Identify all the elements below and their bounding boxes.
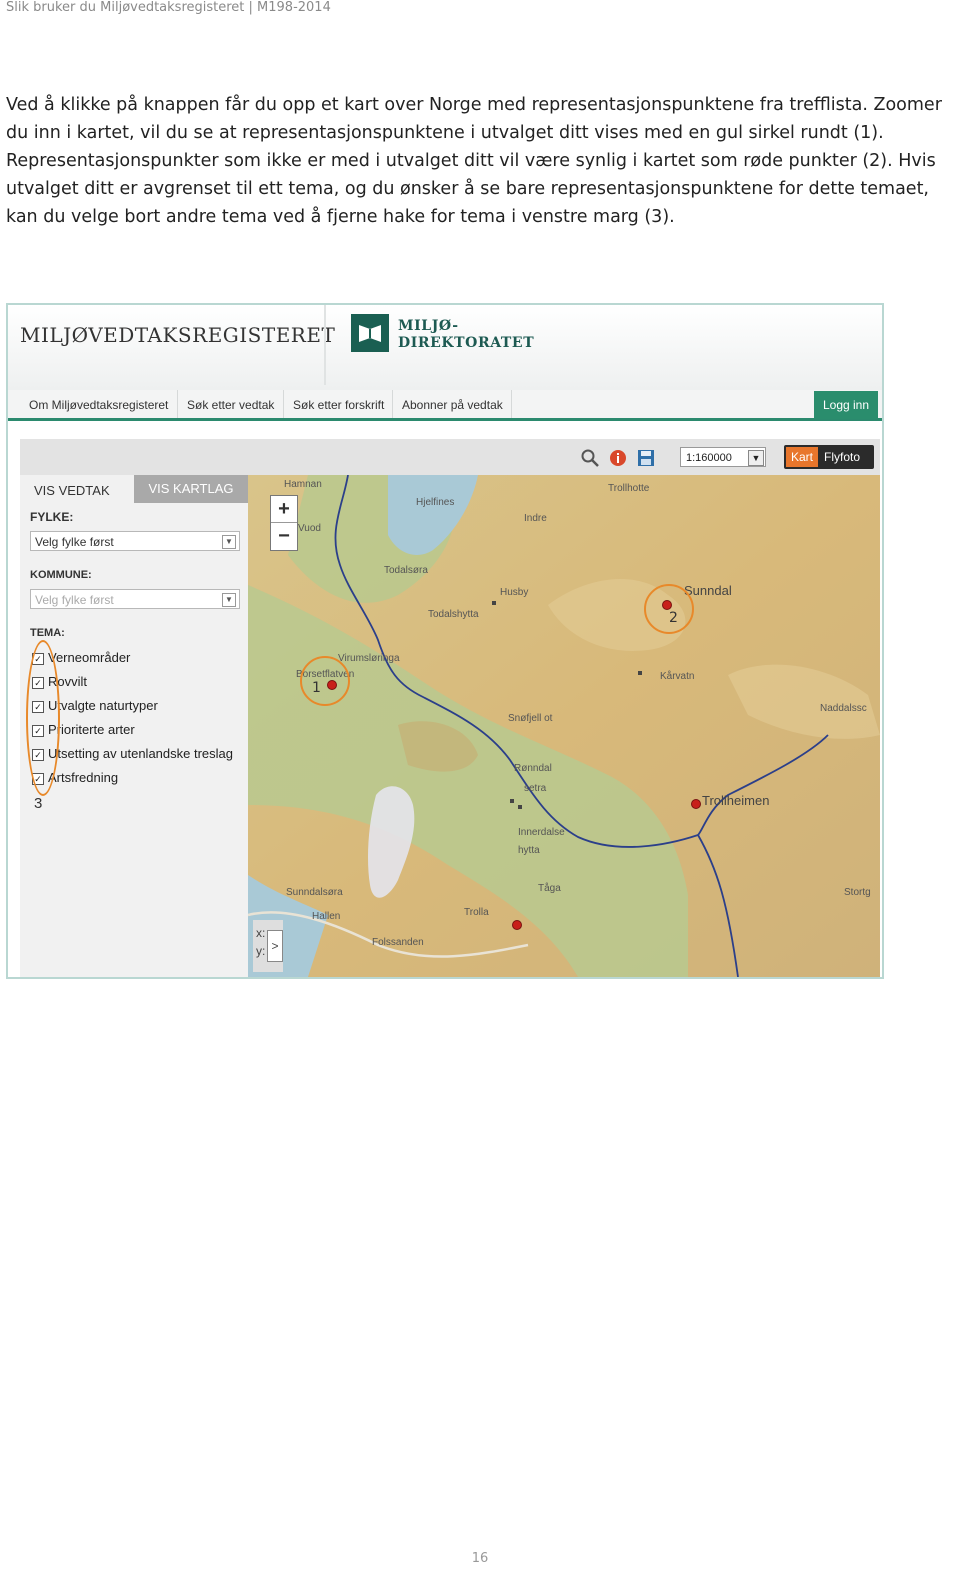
map-place-label: Stortg [844, 887, 871, 898]
representation-point-red [512, 920, 522, 930]
app-title[interactable]: MILJØVEDTAKSREGISTERET [20, 323, 335, 347]
map-place-label: Husby [500, 587, 528, 598]
nav-item-sok-vedtak[interactable]: Søk etter vedtak [178, 390, 284, 420]
app-screenshot: MILJØVEDTAKSREGISTERET MILJØ- DIREKTORAT… [6, 303, 884, 979]
map-place-label: Innerdalse [518, 827, 565, 838]
coord-x-label: x: [256, 926, 266, 940]
map-type-flyfoto-button[interactable]: Flyfoto [824, 447, 860, 467]
scale-select[interactable]: 1:160000 ▼ [680, 447, 766, 467]
main-nav: Om Miljøvedtaksregisteret Søk etter vedt… [8, 390, 882, 420]
map-place-label: Kårvatn [660, 670, 694, 682]
map-place-label: Hallen [312, 911, 340, 922]
map-place-label: Trolla [464, 907, 489, 918]
sidebar: VIS VEDTAK VIS KARTLAG FYLKE: Velg fylke… [20, 475, 248, 977]
map-place-label: Vuod [298, 523, 321, 534]
save-icon[interactable] [636, 448, 656, 468]
header-divider [324, 305, 326, 385]
app-header: MILJØVEDTAKSREGISTERET MILJØ- DIREKTORAT… [8, 305, 882, 390]
map-place-label: Todalsøra [384, 565, 428, 576]
nav-underline [8, 418, 882, 421]
map-place-label: Hamnan [284, 479, 322, 490]
tab-vis-kartlag[interactable]: VIS KARTLAG [134, 475, 248, 503]
map-marker-small [518, 805, 522, 809]
tema-item-utsetting[interactable]: ✓ Utsetting av utenlandske treslag [32, 746, 233, 766]
intro-paragraph: Ved å klikke på knappen får du opp et ka… [6, 95, 942, 227]
tema-label: TEMA: [30, 627, 65, 639]
map-canvas[interactable]: Hamnan Hjelfines Vuod Indre Trollhotte T… [248, 475, 880, 977]
map-place-label: Indre [524, 513, 547, 524]
coord-toggle-button[interactable]: > [267, 930, 283, 962]
page-number: 16 [471, 1551, 489, 1566]
info-icon[interactable] [608, 448, 628, 468]
login-button[interactable]: Logg inn [814, 391, 878, 419]
map-place-label: Trollhotte [608, 483, 650, 494]
tab-vis-vedtak[interactable]: VIS VEDTAK [34, 483, 110, 498]
annotation-label-2: 2 [669, 610, 678, 626]
chevron-down-icon[interactable]: ▼ [222, 535, 236, 549]
map-type-kart-button[interactable]: Kart [786, 447, 818, 467]
map-place-label: setra [524, 783, 547, 794]
running-header: Slik bruker du Miljøvedtaksregisteret | … [6, 0, 331, 15]
map-place-label: Tåga [538, 882, 561, 894]
fylke-select[interactable]: Velg fylke først ▼ [30, 531, 240, 551]
nav-item-sok-forskrift[interactable]: Søk etter forskrift [284, 390, 393, 420]
map-place-label: Todalshytta [428, 609, 479, 620]
map-place-label: Rønndal [514, 763, 552, 774]
coord-y-label: y: [256, 944, 266, 958]
representation-point-selected [327, 680, 337, 690]
map-place-label: Naddalssc [820, 703, 867, 714]
map-place-label: Snøfjell ot [508, 713, 553, 724]
map-place-label: Hjelfines [416, 497, 454, 508]
annotation-label-3: 3 [34, 795, 43, 812]
annotation-oval-3 [26, 640, 60, 796]
map-place-label: Sunndal [684, 583, 732, 598]
miljodirektoratet-logo-text: MILJØ- DIREKTORATET [398, 318, 535, 351]
map-place-label: hytta [518, 845, 540, 856]
chevron-down-icon[interactable]: ▼ [748, 450, 764, 466]
annotation-label-1: 1 [312, 680, 321, 696]
zoom-out-button[interactable]: − [271, 523, 297, 549]
zoom-control: + − [270, 495, 298, 551]
zoom-in-button[interactable]: + [271, 496, 297, 523]
fylke-label: FYLKE: [30, 510, 74, 524]
map-type-switch: Kart Flyfoto [784, 445, 874, 469]
representation-point-red [691, 799, 701, 809]
map-place-label: Trollheimen [702, 793, 769, 808]
kommune-label: KOMMUNE: [30, 569, 92, 581]
nav-item-abonner[interactable]: Abonner på vedtak [393, 390, 512, 420]
map-place-label: Sunndalsøra [286, 887, 343, 898]
map-marker-small [492, 601, 496, 605]
zoom-search-icon[interactable] [580, 448, 600, 468]
coordinate-box: x: y: > [253, 920, 283, 972]
map-marker-small [510, 799, 514, 803]
map-place-label: Folssanden [372, 937, 424, 948]
map-place-label: Virumsløringa [338, 653, 400, 664]
map-marker-small [638, 671, 642, 675]
miljodirektoratet-logo-icon[interactable] [351, 314, 389, 352]
representation-point-red [662, 600, 672, 610]
nav-item-om[interactable]: Om Miljøvedtaksregisteret [20, 390, 178, 420]
chevron-down-icon[interactable]: ▼ [222, 593, 236, 607]
kommune-select[interactable]: Velg fylke først ▼ [30, 589, 240, 609]
